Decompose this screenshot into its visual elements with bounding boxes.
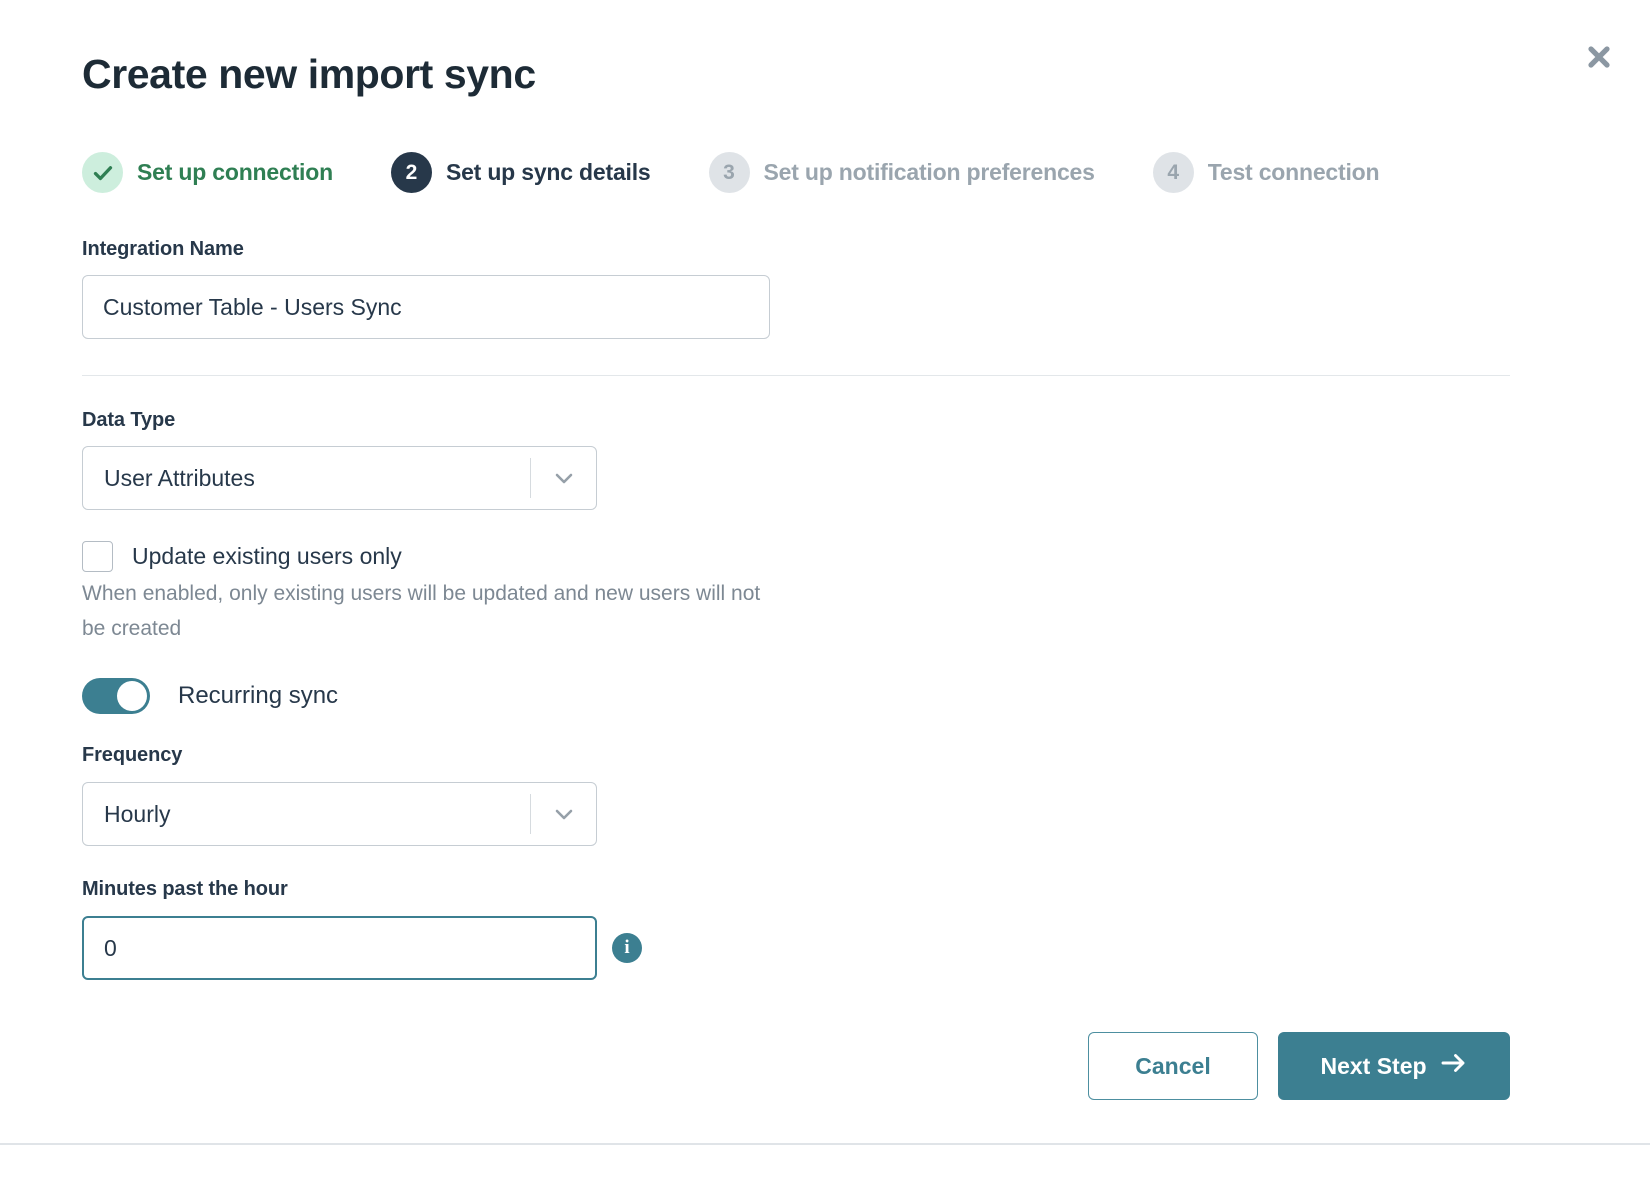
data-type-select[interactable]: User Attributes [82,446,597,510]
next-step-button[interactable]: Next Step [1278,1032,1510,1100]
update-existing-users-helper: When enabled, only existing users will b… [82,577,772,647]
recurring-sync-toggle[interactable] [82,678,150,714]
close-icon [1584,42,1614,72]
data-type-select-box[interactable]: User Attributes [82,446,597,510]
data-type-label: Data Type [82,409,175,432]
step-number: 4 [1153,152,1194,193]
check-icon [82,152,123,193]
page-title: Create new import sync [82,50,536,99]
info-icon[interactable]: i [612,933,642,963]
frequency-label: Frequency [82,744,182,767]
frequency-select-box[interactable]: Hourly [82,782,597,846]
update-existing-users-checkbox[interactable] [82,541,113,572]
step-set-up-connection[interactable]: Set up connection [82,152,333,193]
chevron-down-icon[interactable] [530,794,596,834]
update-existing-users-label: Update existing users only [132,543,402,570]
data-type-selected-value: User Attributes [83,465,530,492]
cancel-button-label: Cancel [1135,1053,1210,1080]
recurring-sync-label: Recurring sync [178,682,338,710]
step-set-up-notification-preferences[interactable]: 3 Set up notification preferences [709,152,1095,193]
toggle-knob [117,681,147,711]
step-test-connection[interactable]: 4 Test connection [1153,152,1380,193]
integration-name-label: Integration Name [82,238,244,261]
step-label: Set up sync details [446,159,651,186]
cancel-button[interactable]: Cancel [1088,1032,1258,1100]
step-set-up-sync-details[interactable]: 2 Set up sync details [391,152,651,193]
step-label: Test connection [1208,159,1380,186]
step-number: 2 [391,152,432,193]
arrow-right-icon [1440,1051,1468,1081]
next-step-button-label: Next Step [1320,1053,1426,1080]
update-existing-users-checkbox-row[interactable]: Update existing users only [82,541,402,572]
chevron-down-icon[interactable] [530,458,596,498]
frequency-selected-value: Hourly [83,801,530,828]
modal-actions: Cancel Next Step [1088,1032,1510,1100]
step-label: Set up connection [137,159,333,186]
create-import-sync-modal: Create new import sync Set up connection… [0,0,1650,1145]
step-label: Set up notification preferences [764,159,1095,186]
section-divider [82,375,1510,376]
integration-name-input[interactable] [82,275,770,339]
minutes-past-the-hour-label: Minutes past the hour [82,878,288,901]
frequency-select[interactable]: Hourly [82,782,597,846]
minutes-past-the-hour-input[interactable] [82,916,597,980]
step-number: 3 [709,152,750,193]
recurring-sync-toggle-row[interactable]: Recurring sync [82,678,338,714]
step-progress: Set up connection 2 Set up sync details … [82,152,1379,193]
close-button[interactable] [1576,34,1622,80]
